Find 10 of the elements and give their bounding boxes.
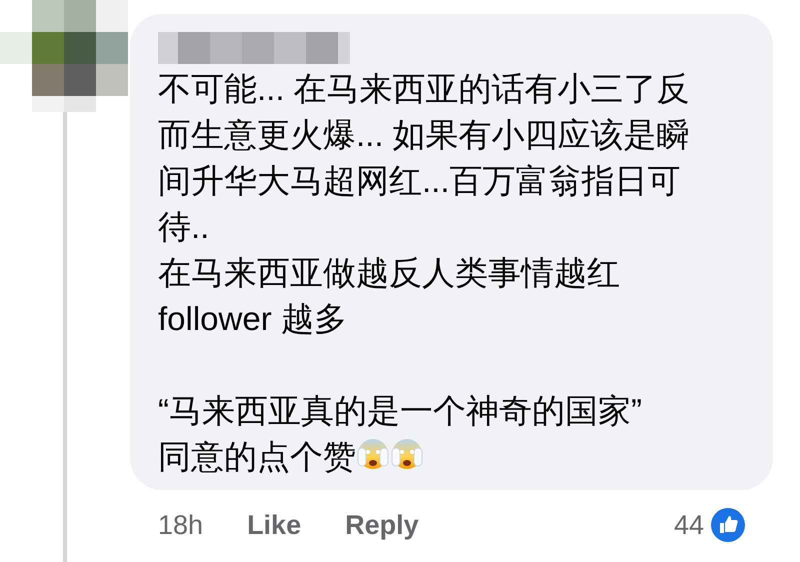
screaming-face-emoji [356,438,390,472]
comment-action-link[interactable]: Like [247,504,302,546]
screaming-face-emoji [390,438,424,472]
comment-text: “马来西亚真的是一个神奇的国家” 同意的点个赞 [158,391,643,477]
comment-text: 在马来西亚做越反人类事情越红 follower 越多 [158,253,621,339]
comment-action-link[interactable]: Reply [345,504,419,546]
comment-time: 18h [158,508,204,542]
reaction-count: 44 [674,508,704,542]
comment-text: 不可能... 在马来西亚的话有小三了反 而生意更火爆... 如果有小四应该是瞬 间升华大马超网红...百万富翁指日可 待.. [158,69,691,247]
thumbs-up-icon [710,507,746,543]
